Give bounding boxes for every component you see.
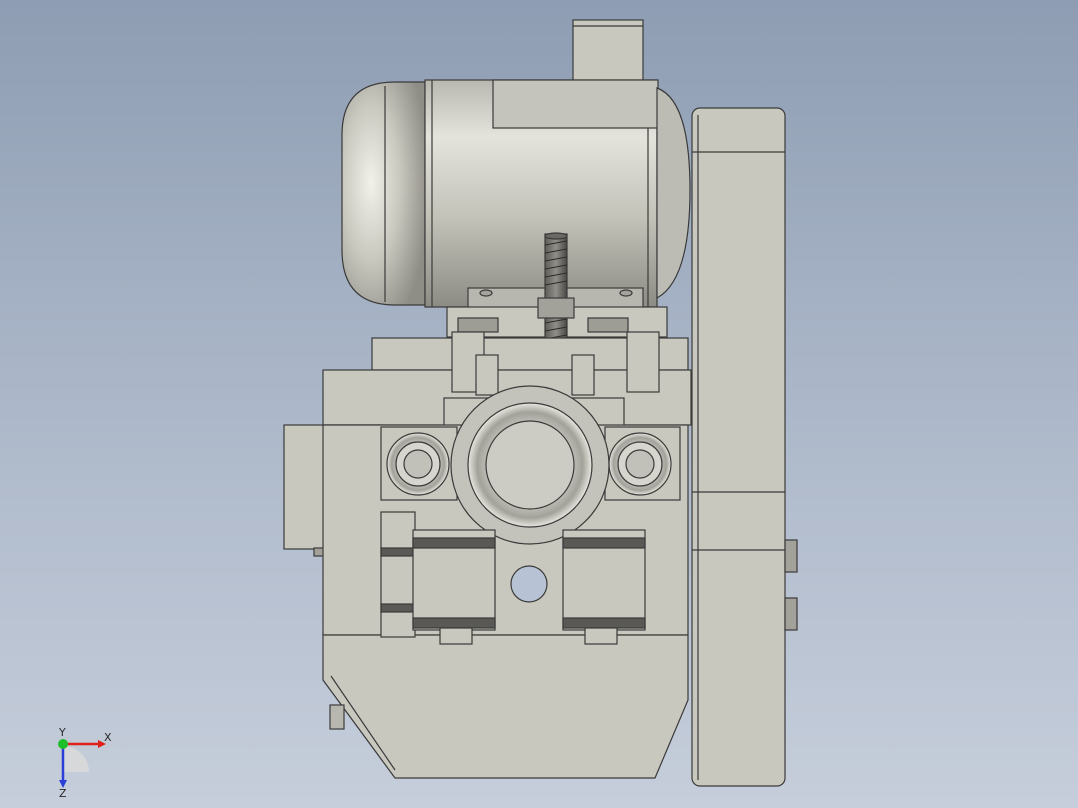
pulley-disk	[691, 107, 798, 787]
axis-triad: X Y Z	[58, 728, 112, 798]
triad-quadrant	[63, 746, 89, 772]
y-axis-dot	[58, 739, 68, 749]
cad-model-drawing[interactable]	[0, 0, 1078, 808]
left-bearing	[380, 426, 458, 501]
y-axis-label: Y	[58, 728, 66, 739]
right-bearing	[604, 426, 681, 501]
x-axis-label: X	[104, 731, 112, 744]
motor-body	[341, 79, 691, 308]
top-bracket	[572, 19, 644, 83]
center-bore	[450, 385, 610, 545]
cad-viewport[interactable]: X Y Z	[0, 0, 1078, 808]
z-axis-label: Z	[59, 787, 67, 798]
